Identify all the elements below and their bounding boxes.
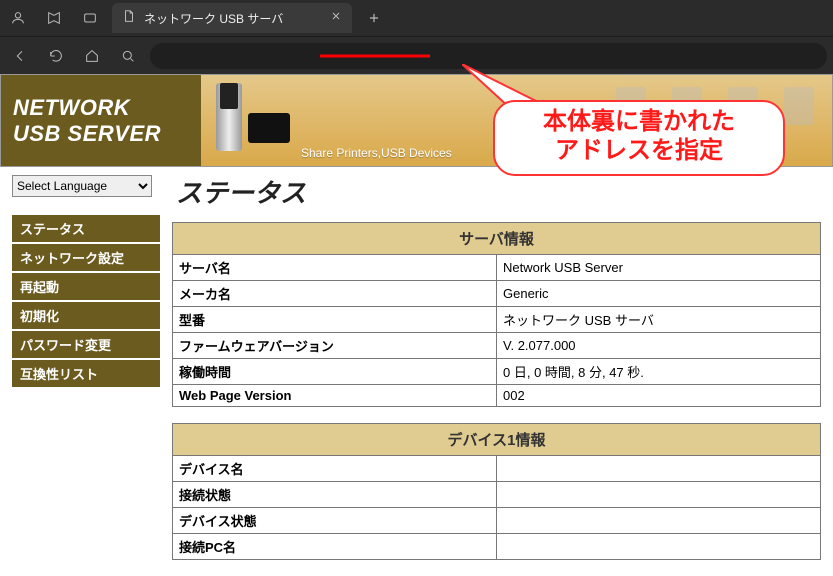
sidebar-item-password[interactable]: パスワード変更 xyxy=(12,331,160,358)
banner-icon xyxy=(784,87,814,125)
sidebar: Select Language ステータス ネットワーク設定 再起動 初期化 パ… xyxy=(0,167,166,576)
device-info-header: デバイス1情報 xyxy=(173,424,821,456)
page-title: ステータス xyxy=(176,173,821,210)
table-row: メーカ名Generic xyxy=(173,281,821,307)
search-icon[interactable] xyxy=(114,42,142,70)
callout-line1: 本体裏に書かれた xyxy=(509,108,769,137)
server-info-header: サーバ情報 xyxy=(173,223,821,255)
banner-subtext: Share Printers,USB Devices xyxy=(301,146,452,160)
table-row: Web Page Version002 xyxy=(173,385,821,407)
callout-annotation: 本体裏に書かれた アドレスを指定 xyxy=(493,100,785,176)
back-button[interactable] xyxy=(6,42,34,70)
new-tab-button[interactable] xyxy=(360,4,388,32)
main-panel: ステータス サーバ情報 サーバ名Network USB Server メーカ名G… xyxy=(166,167,833,576)
server-info-table: サーバ情報 サーバ名Network USB Server メーカ名Generic… xyxy=(172,222,821,407)
sidebar-item-reboot[interactable]: 再起動 xyxy=(12,273,160,300)
table-row: デバイス名 xyxy=(173,456,821,482)
language-select[interactable]: Select Language xyxy=(12,175,152,197)
sidebar-item-status[interactable]: ステータス xyxy=(12,215,160,242)
banner-title-2: USB SERVER xyxy=(13,121,201,147)
tab-title: ネットワーク USB サーバ xyxy=(144,10,322,27)
table-row: 型番ネットワーク USB サーバ xyxy=(173,307,821,333)
browser-tab[interactable]: ネットワーク USB サーバ xyxy=(112,3,352,33)
device-info-table: デバイス1情報 デバイス名 接続状態 デバイス状態 接続PC名 xyxy=(172,423,821,560)
tab-overview-icon[interactable] xyxy=(76,4,104,32)
collections-icon[interactable] xyxy=(40,4,68,32)
page-icon xyxy=(122,9,136,28)
device-box-icon xyxy=(248,113,290,143)
table-row: デバイス状態 xyxy=(173,508,821,534)
sidebar-item-reset[interactable]: 初期化 xyxy=(12,302,160,329)
banner-title-block: NETWORK USB SERVER xyxy=(1,75,201,166)
profile-icon[interactable] xyxy=(4,4,32,32)
table-row: 接続状態 xyxy=(173,482,821,508)
address-redaction-mark xyxy=(320,54,430,57)
device-tall-icon xyxy=(216,83,242,151)
refresh-button[interactable] xyxy=(42,42,70,70)
callout-line2: アドレスを指定 xyxy=(509,137,769,166)
close-icon[interactable] xyxy=(330,9,342,27)
banner-device-art xyxy=(216,83,290,151)
sidebar-item-network[interactable]: ネットワーク設定 xyxy=(12,244,160,271)
table-row: ファームウェアバージョンV. 2.077.000 xyxy=(173,333,821,359)
page-content: 本体裏に書かれた アドレスを指定 NETWORK USB SERVER Shar… xyxy=(0,74,833,576)
home-button[interactable] xyxy=(78,42,106,70)
table-row: サーバ名Network USB Server xyxy=(173,255,821,281)
banner-title-1: NETWORK xyxy=(13,95,201,121)
browser-chrome: ネットワーク USB サーバ xyxy=(0,0,833,74)
table-row: 稼働時間 0 日, 0 時間, 8 分, 47 秒. xyxy=(173,359,821,385)
sidebar-item-compat[interactable]: 互換性リスト xyxy=(12,360,160,387)
